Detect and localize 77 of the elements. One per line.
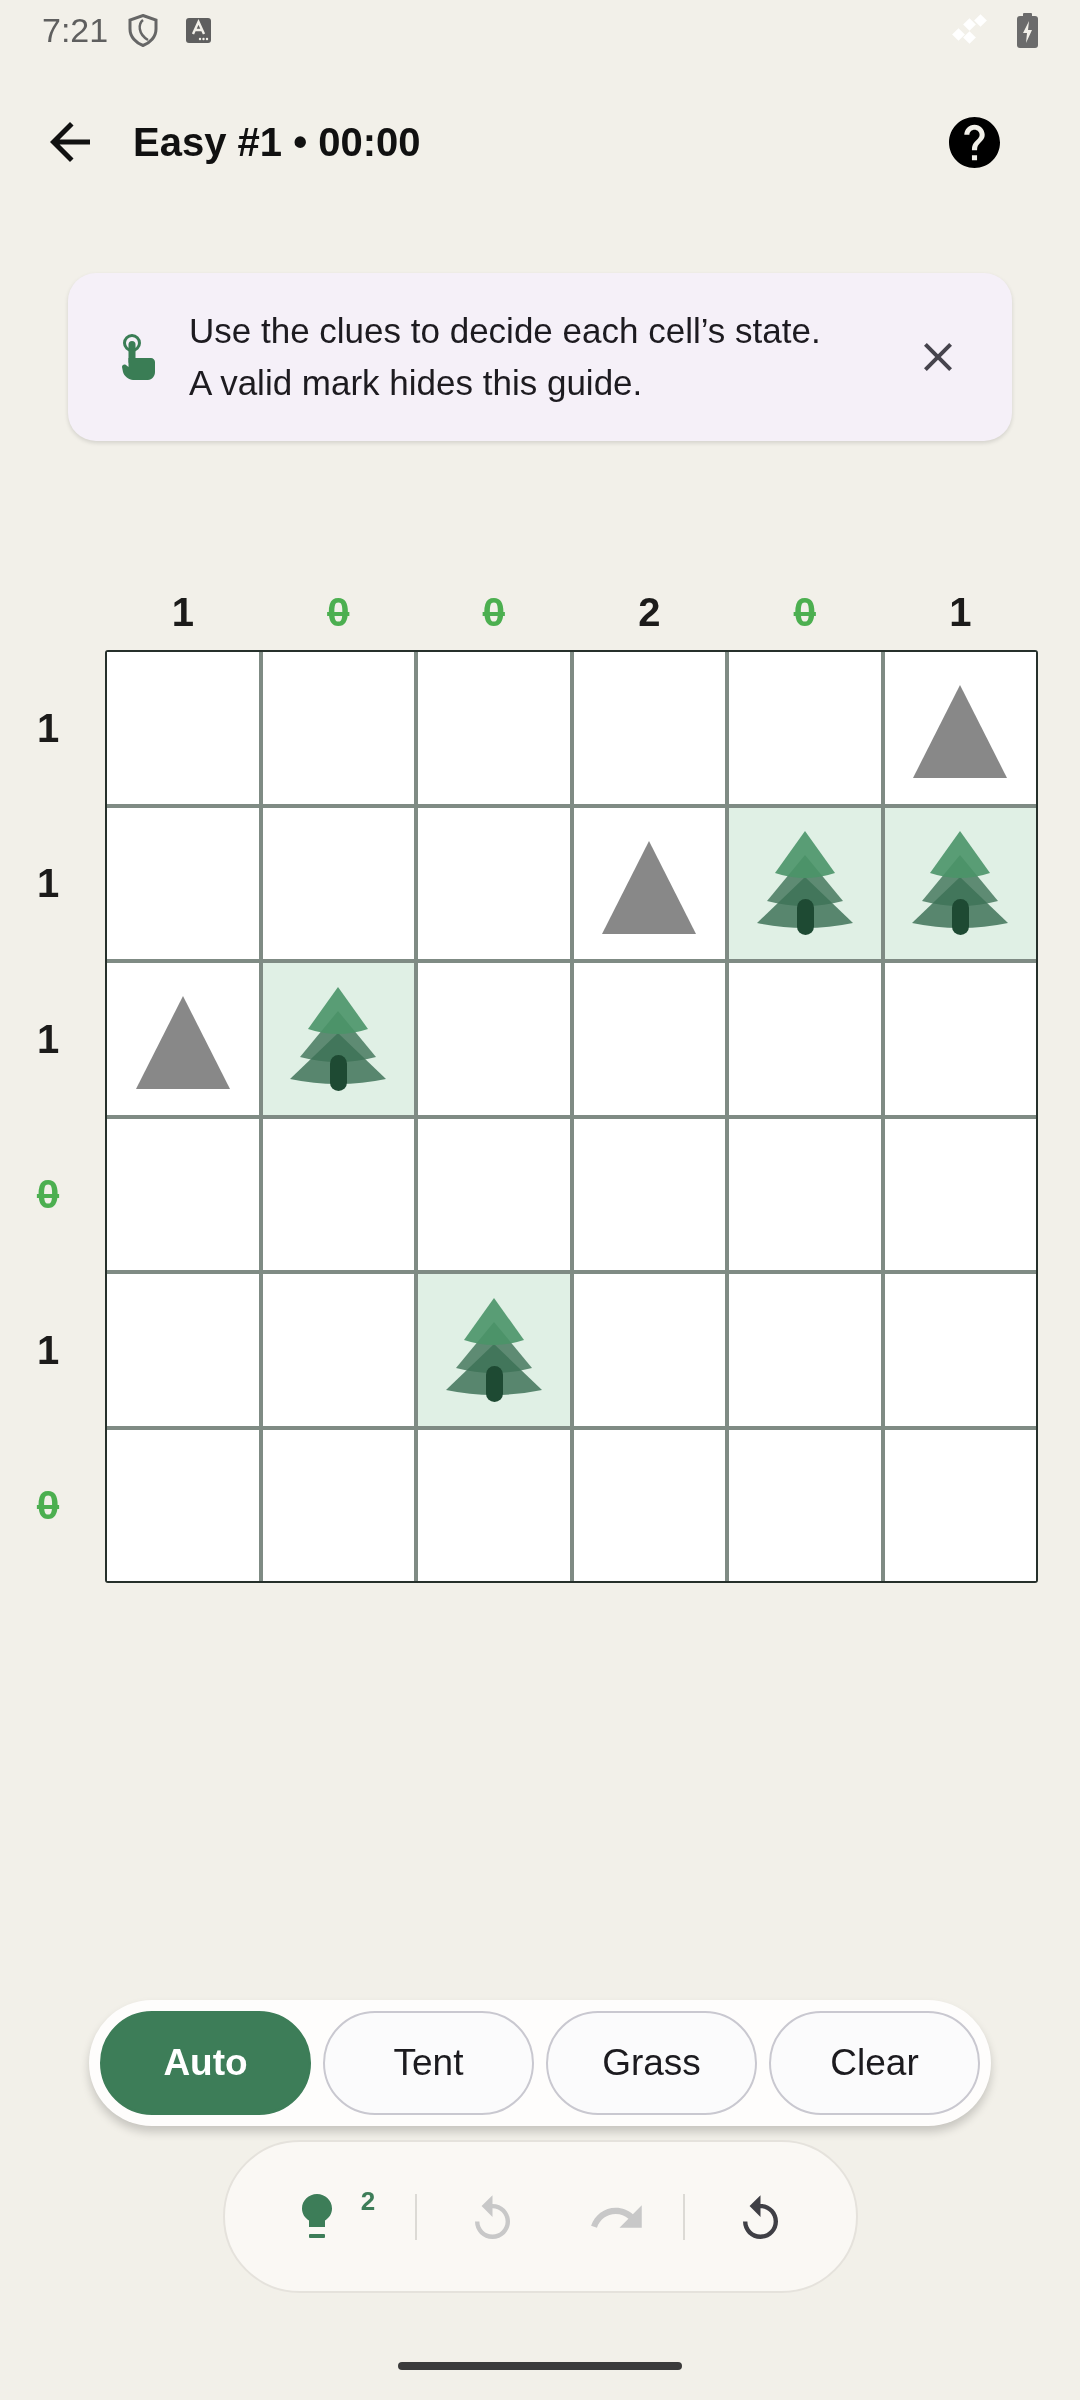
row-clue: 1 [36, 1018, 60, 1059]
hint-button[interactable] [301, 2193, 332, 2240]
row-clue: 1 [36, 863, 60, 904]
column-clue: 0 [482, 592, 505, 632]
mode-button[interactable]: Tent [323, 2011, 534, 2115]
grid-cell[interactable] [262, 652, 414, 804]
grid-cell[interactable] [107, 652, 259, 804]
grid-cell[interactable] [107, 1118, 259, 1270]
tree-icon [445, 1297, 542, 1402]
grid-cell[interactable] [573, 807, 725, 959]
grid-cell[interactable] [729, 807, 881, 959]
column-clue: 1 [949, 592, 972, 632]
battery-charging-icon [1017, 12, 1038, 48]
status-time: 7:21 [42, 13, 109, 47]
tent-icon [913, 685, 1008, 779]
guide-text: Use the clues to decide each cell’s state. [189, 310, 822, 352]
grid-cell[interactable] [573, 652, 725, 804]
grid-cell[interactable] [418, 1274, 570, 1426]
column-clue: 1 [171, 592, 194, 632]
guide-text: A valid mark hides this guide. [189, 362, 644, 404]
grid-cell[interactable] [884, 652, 1036, 804]
grid-cell[interactable] [884, 1429, 1036, 1581]
grid-cell[interactable] [107, 963, 259, 1115]
row-clue: 1 [36, 707, 60, 748]
grid-cell[interactable] [573, 1274, 725, 1426]
grid-cell[interactable] [573, 963, 725, 1115]
tree-icon [756, 831, 853, 936]
redo-icon [591, 2204, 644, 2229]
letter-tile-icon [186, 17, 212, 43]
column-clue: 0 [793, 592, 816, 632]
grid-cell[interactable] [262, 1118, 414, 1270]
tent-icon [602, 840, 697, 934]
grid-cell[interactable] [729, 963, 881, 1115]
grid-cell[interactable] [418, 1429, 570, 1581]
mode-button[interactable]: Grass [546, 2011, 757, 2115]
tap-hand-icon [121, 334, 155, 380]
grid-cell[interactable] [729, 1118, 881, 1270]
close-icon [924, 343, 952, 371]
tree-icon [912, 831, 1009, 936]
tent-icon [135, 996, 230, 1090]
grid-cell[interactable] [573, 1118, 725, 1270]
grid-cell[interactable] [729, 1429, 881, 1581]
undo-icon [475, 2194, 511, 2239]
column-clue: 0 [327, 592, 350, 632]
mode-button[interactable]: Clear [769, 2011, 980, 2115]
grid-cell[interactable] [884, 963, 1036, 1115]
hint-count: 2 [360, 2187, 376, 2214]
grid-cell[interactable] [107, 1429, 259, 1581]
grid-cell[interactable] [262, 1274, 414, 1426]
grid-cell[interactable] [884, 1274, 1036, 1426]
grid-cell[interactable] [262, 1429, 414, 1581]
grid-cell[interactable] [107, 1274, 259, 1426]
lightbulb-icon [301, 2193, 332, 2240]
grid-cell[interactable] [107, 807, 259, 959]
grid-cell[interactable] [884, 1118, 1036, 1270]
grid-cell[interactable] [262, 807, 414, 959]
grid-cell[interactable] [729, 652, 881, 804]
puzzle-title: Easy #1 • 00:00 [133, 119, 421, 165]
grid-cell[interactable] [418, 807, 570, 959]
row-clue: 0 [36, 1485, 60, 1526]
grid-cell[interactable] [418, 1118, 570, 1270]
help-icon [949, 116, 1000, 168]
grid-cell[interactable] [573, 1429, 725, 1581]
restart-button[interactable] [743, 2194, 779, 2239]
grid-cell[interactable] [262, 963, 414, 1115]
row-clue: 1 [36, 1329, 60, 1370]
grid-cell[interactable] [884, 807, 1036, 959]
shield-icon [128, 13, 159, 47]
mode-button[interactable]: Auto [100, 2011, 311, 2115]
row-clue: 0 [36, 1174, 60, 1215]
column-clue: 2 [638, 592, 661, 632]
grid-cell[interactable] [418, 652, 570, 804]
restart-icon [743, 2194, 779, 2239]
grid-cell[interactable] [729, 1274, 881, 1426]
back-arrow-icon [50, 122, 90, 162]
tree-icon [290, 986, 387, 1091]
grid-cell[interactable] [418, 963, 570, 1115]
